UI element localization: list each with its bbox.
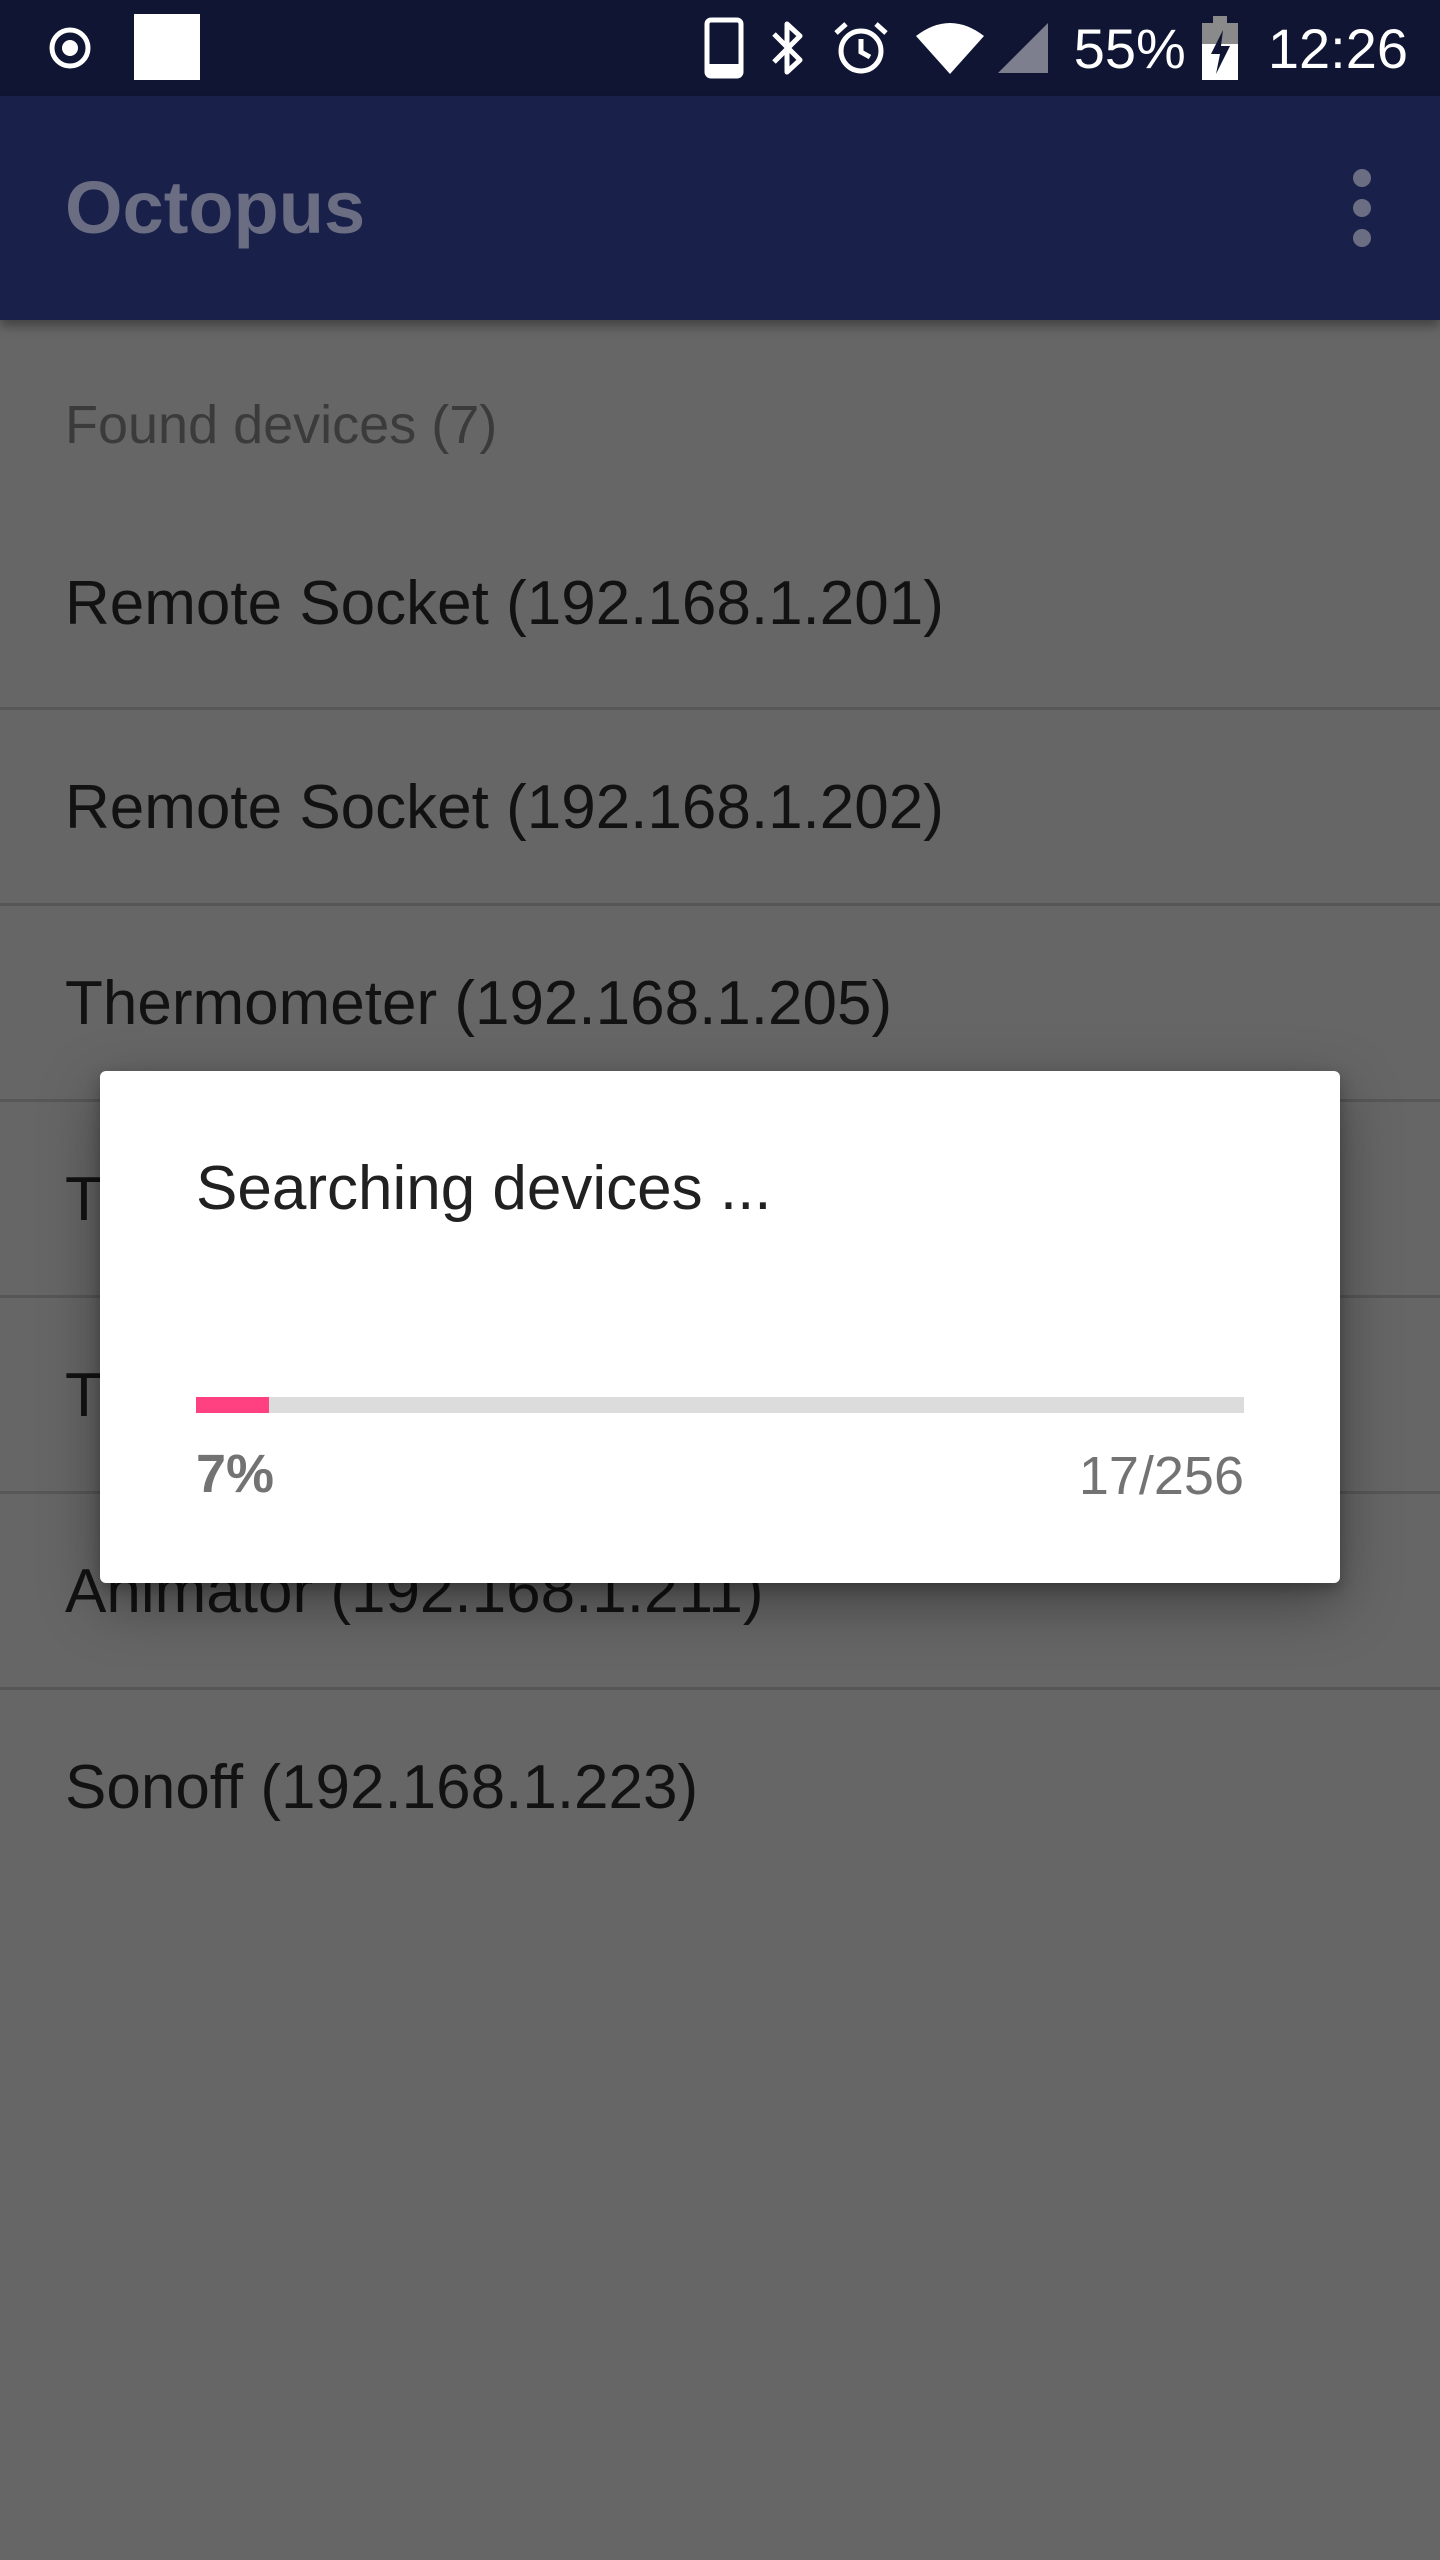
target-icon bbox=[49, 27, 91, 69]
battery-percent: 55% bbox=[1073, 16, 1186, 80]
signal-icon bbox=[996, 21, 1050, 75]
status-icons: 55% 12:26 bbox=[680, 0, 1408, 96]
progress-count: 17/256 bbox=[1078, 1446, 1244, 1506]
phone-icon bbox=[704, 17, 744, 79]
battery-charging-icon bbox=[1201, 16, 1238, 80]
list-item[interactable]: Sonoff (192.168.1.223) bbox=[0, 1690, 1440, 1886]
clock: 12:26 bbox=[1267, 16, 1408, 80]
app-title: Octopus bbox=[65, 166, 366, 249]
progress-percent: 7% bbox=[196, 1444, 275, 1504]
notification-square-icon bbox=[134, 14, 200, 80]
bluetooth-icon bbox=[768, 18, 808, 78]
more-vert-icon[interactable] bbox=[1314, 160, 1410, 256]
alarm-icon bbox=[832, 19, 890, 77]
dialog-title: Searching devices ... bbox=[196, 1154, 772, 1223]
list-item[interactable]: Remote Socket (192.168.1.202) bbox=[0, 710, 1440, 906]
found-devices-header: Found devices (7) bbox=[65, 395, 498, 455]
progress-bar bbox=[196, 1397, 1244, 1413]
app-bar: Octopus bbox=[0, 96, 1440, 320]
progress-fill bbox=[196, 1397, 270, 1413]
list-item[interactable]: Remote Socket (192.168.1.201) bbox=[0, 516, 1440, 710]
wifi-icon bbox=[914, 20, 986, 76]
searching-dialog: Searching devices ... 7% 17/256 bbox=[100, 1071, 1340, 1583]
status-bar: 55% 12:26 bbox=[0, 0, 1440, 96]
